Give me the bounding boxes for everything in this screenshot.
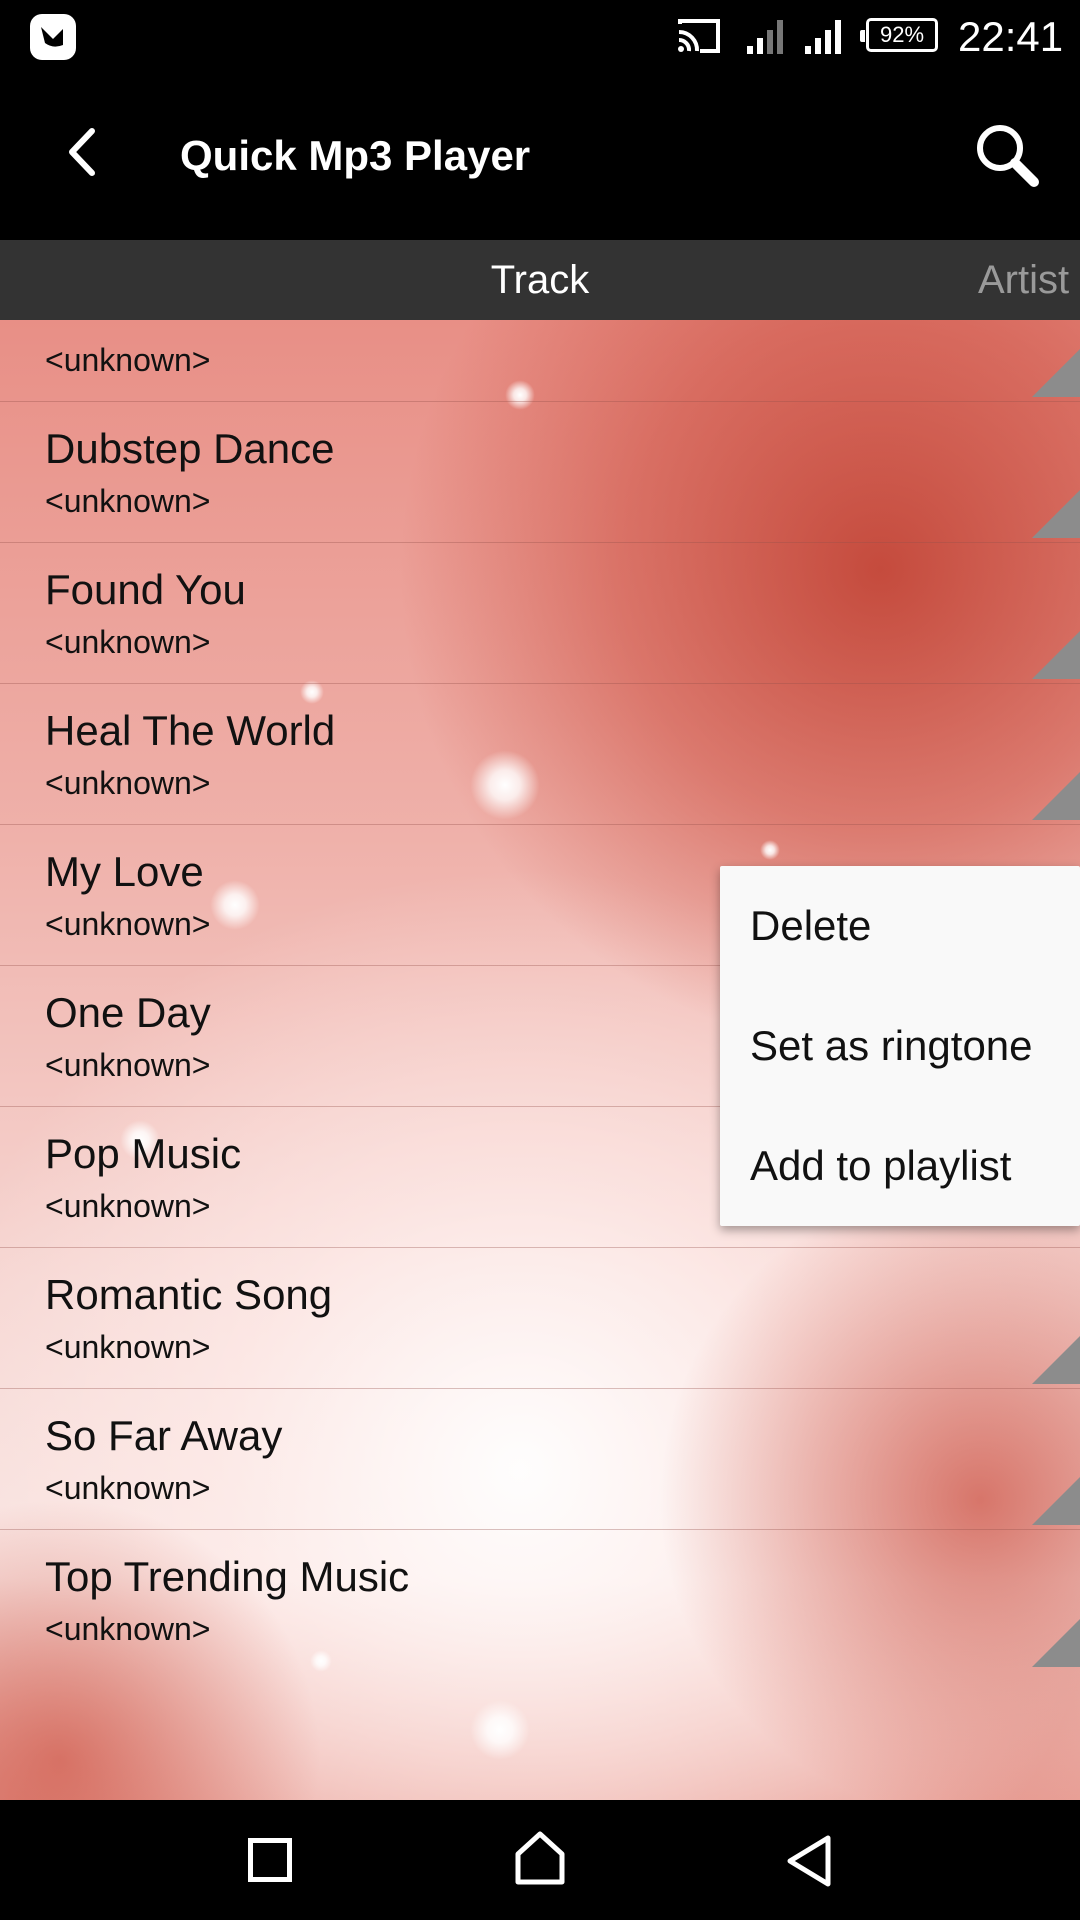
search-icon[interactable] (972, 120, 1042, 190)
track-context-menu: Delete Set as ringtone Add to playlist (720, 866, 1080, 1226)
app-title: Quick Mp3 Player (180, 132, 531, 179)
signal-icon (805, 20, 841, 54)
track-title: One Day (45, 989, 211, 1036)
battery-level: 92% (879, 22, 925, 47)
track-artist: <unknown> (45, 624, 211, 660)
back-icon[interactable] (784, 1834, 834, 1888)
track-row[interactable]: Top Trending Music <unknown> (0, 1530, 1080, 1671)
menu-item-add-to-playlist[interactable]: Add to playlist (720, 1106, 1080, 1226)
tab-bar: Track Artist (0, 240, 1080, 320)
clock: 22:41 (958, 13, 1064, 60)
track-title: Dubstep Dance (45, 425, 335, 472)
track-artist: <unknown> (45, 1329, 211, 1365)
track-artist: <unknown> (45, 483, 211, 519)
track-options-corner-icon[interactable] (1032, 349, 1080, 397)
track-artist: <unknown> (45, 765, 211, 801)
track-options-corner-icon[interactable] (1032, 772, 1080, 820)
track-artist: <unknown> (45, 342, 211, 378)
track-title: Pop Music (45, 1130, 242, 1177)
status-bar: 92% 22:41 (0, 0, 1080, 72)
track-title: Romantic Song (45, 1271, 333, 1318)
track-artist: <unknown> (45, 1188, 211, 1224)
home-icon[interactable] (514, 1830, 566, 1886)
tab-track[interactable]: Track (440, 240, 640, 320)
app-bar: Quick Mp3 Player (0, 72, 1080, 240)
navigation-bar (0, 1800, 1080, 1920)
track-artist: <unknown> (45, 1611, 211, 1647)
track-options-corner-icon[interactable] (1032, 1619, 1080, 1667)
track-title: Found You (45, 566, 246, 613)
background-sparkle (470, 1700, 530, 1760)
signal-icon (747, 20, 783, 54)
track-title: So Far Away (45, 1412, 283, 1459)
track-title: My Love (45, 848, 204, 895)
track-options-corner-icon[interactable] (1032, 490, 1080, 538)
track-row[interactable]: Romantic Song <unknown> (0, 1248, 1080, 1389)
menu-item-set-as-ringtone[interactable]: Set as ringtone (720, 986, 1080, 1106)
battery-icon: 92% (860, 18, 938, 52)
app-notification-icon (30, 14, 76, 60)
cast-icon (678, 19, 720, 53)
back-arrow-icon[interactable] (64, 127, 100, 177)
track-options-corner-icon[interactable] (1032, 1336, 1080, 1384)
track-artist: <unknown> (45, 1047, 211, 1083)
track-options-corner-icon[interactable] (1032, 631, 1080, 679)
menu-item-delete[interactable]: Delete (720, 866, 1080, 986)
track-options-corner-icon[interactable] (1032, 1477, 1080, 1525)
track-row[interactable]: Found You <unknown> (0, 543, 1080, 684)
track-row[interactable]: Heal The World <unknown> (0, 684, 1080, 825)
track-artist: <unknown> (45, 1470, 211, 1506)
track-row[interactable]: So Far Away <unknown> (0, 1389, 1080, 1530)
track-title: Top Trending Music (45, 1553, 410, 1600)
track-artist: <unknown> (45, 906, 211, 942)
recent-apps-icon[interactable] (248, 1838, 292, 1882)
track-row[interactable]: <unknown> (0, 320, 1080, 402)
track-row[interactable]: Dubstep Dance <unknown> (0, 402, 1080, 543)
track-title: Heal The World (45, 707, 336, 754)
tab-artist[interactable]: Artist (978, 240, 1069, 320)
